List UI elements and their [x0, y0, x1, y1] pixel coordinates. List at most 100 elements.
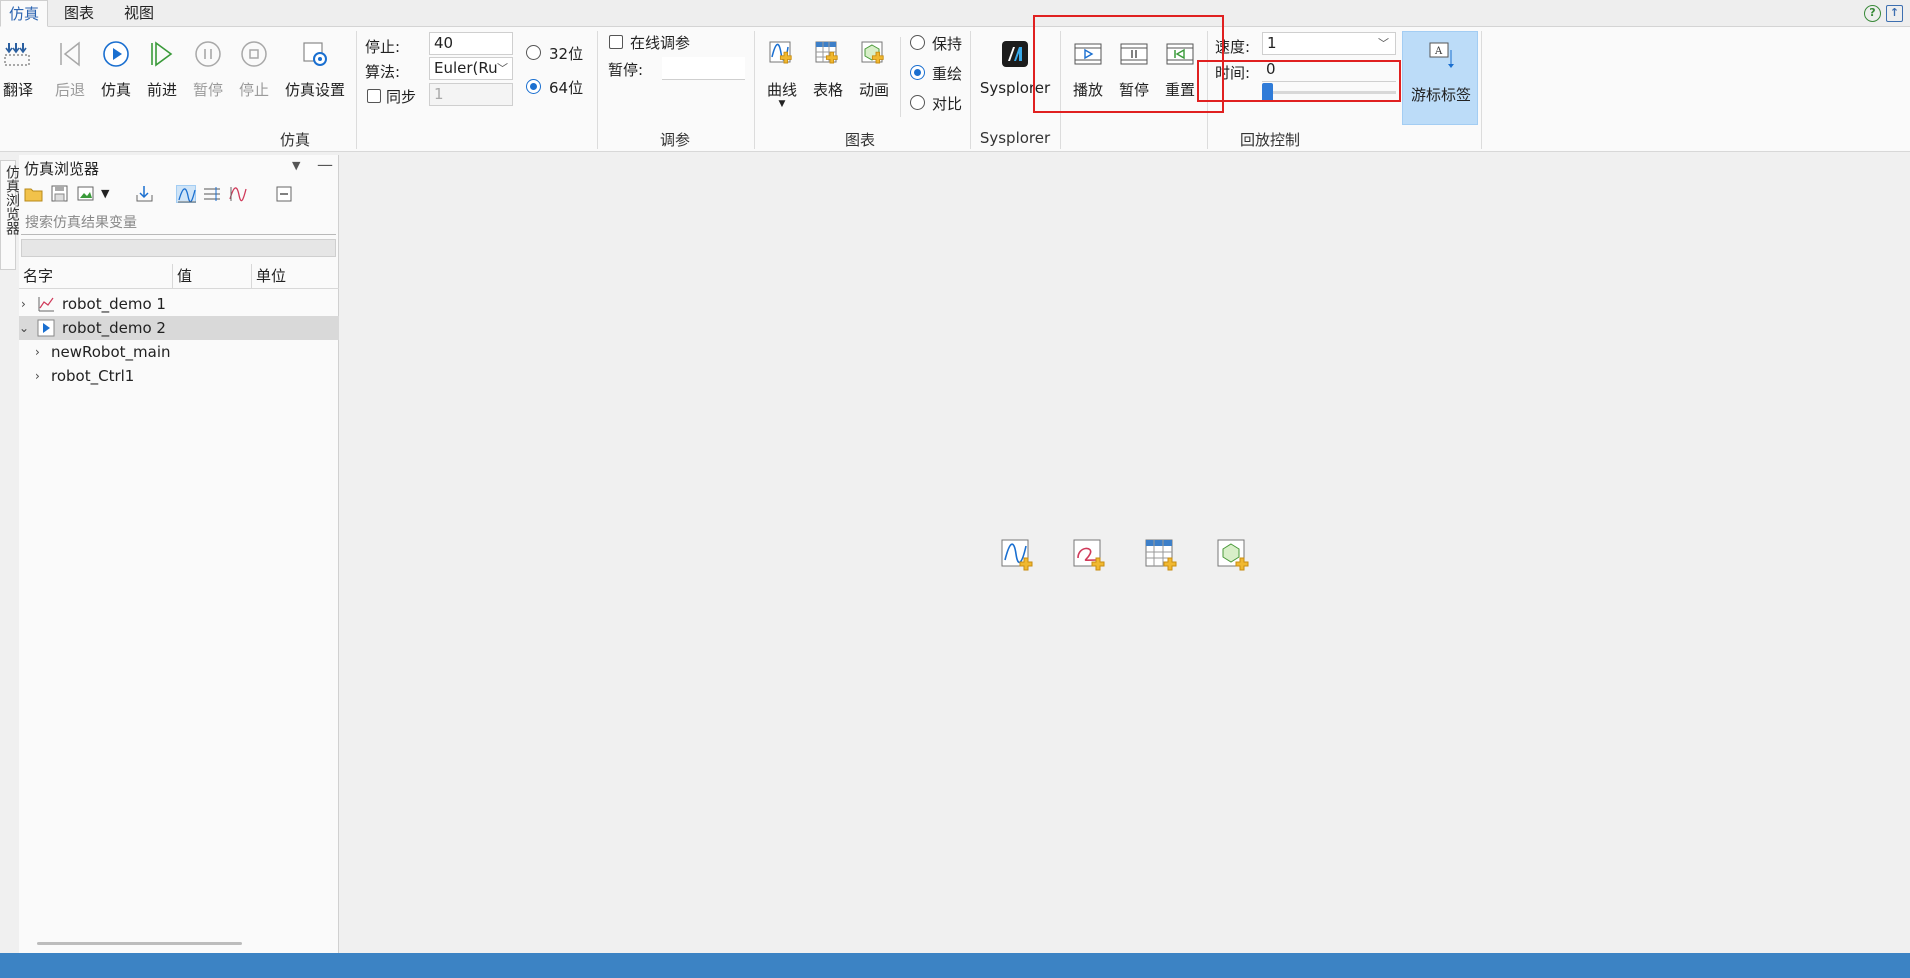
tab-view[interactable]: 视图: [116, 0, 162, 27]
side-tab-sim-browser[interactable]: 仿真浏览器: [0, 160, 20, 270]
online-tuning-label: 在线调参: [630, 34, 691, 52]
cursor-label-button[interactable]: A 游标标签: [1402, 31, 1478, 125]
tree-row-robot-demo-2[interactable]: ⌄ robot_demo 2: [19, 316, 339, 340]
animation-button[interactable]: 动画: [854, 35, 894, 100]
tree-row-robot-demo-1[interactable]: › robot_demo 1: [19, 292, 339, 316]
tree-row-label: robot_Ctrl1: [51, 367, 135, 385]
stop-button[interactable]: 停止: [236, 35, 272, 100]
sim-pause-label: 暂停: [192, 81, 223, 99]
bit64-radio[interactable]: [526, 79, 541, 94]
tuning-pause-input[interactable]: [662, 57, 745, 80]
translate-label: 翻译: [2, 81, 33, 99]
curve-mode-icon[interactable]: [176, 185, 196, 203]
collapse-all-icon[interactable]: [274, 185, 294, 203]
back-label: 后退: [54, 81, 85, 99]
bit32-radio[interactable]: [526, 45, 541, 60]
speed-value: 1: [1267, 34, 1277, 52]
sim-pause-button[interactable]: 暂停: [190, 35, 226, 100]
result-chart-icon: [37, 295, 55, 313]
horizontal-scrollbar[interactable]: [37, 942, 242, 945]
new-animation-window-icon[interactable]: [1216, 538, 1250, 572]
chevron-right-icon[interactable]: ›: [21, 292, 33, 316]
column-header-value[interactable]: 值: [173, 264, 252, 288]
sim-settings-label: 仿真设置: [284, 81, 345, 99]
tree-row-newrobot-main[interactable]: › newRobot_main: [19, 340, 339, 364]
separator: [754, 31, 755, 149]
animation-add-icon: [859, 39, 889, 69]
stop-label: 停止: [238, 81, 269, 99]
column-header-unit[interactable]: 单位: [252, 264, 337, 288]
column-header-name[interactable]: 名字: [19, 264, 173, 288]
export-image-icon[interactable]: [76, 185, 96, 203]
compare-radio[interactable]: [910, 95, 925, 110]
simulate-button[interactable]: 仿真: [98, 35, 134, 100]
speed-select[interactable]: 1 ﹀: [1262, 32, 1396, 55]
search-input[interactable]: 搜索仿真结果变量: [21, 211, 336, 235]
sync-label: 同步: [386, 88, 417, 106]
back-button[interactable]: 后退: [52, 35, 88, 100]
import-icon[interactable]: [135, 185, 155, 203]
redraw-radio[interactable]: [910, 65, 925, 80]
chevron-right-icon[interactable]: ›: [35, 364, 47, 388]
keep-radio[interactable]: [910, 35, 925, 50]
svg-text:A: A: [1434, 46, 1443, 57]
tree-row-label: robot_demo 2: [62, 319, 166, 337]
simulation-group-label: 仿真: [279, 131, 310, 149]
redraw-label: 重绘: [932, 65, 963, 83]
tab-charts[interactable]: 图表: [56, 0, 102, 27]
tab-simulation[interactable]: 仿真: [0, 0, 49, 27]
panel-menu-icon[interactable]: ▼: [292, 159, 300, 172]
panel-title: 仿真浏览器: [24, 160, 100, 178]
filter-curve-icon[interactable]: [228, 185, 248, 203]
help-icon[interactable]: ?: [1864, 5, 1881, 22]
ribbon: 翻译 后退 仿真 前进 暂停 停止 仿真设置 停止: 40 算法: Euler(…: [0, 15, 1910, 152]
filter-bar[interactable]: [21, 239, 336, 257]
highlight-box-time: [1197, 60, 1401, 102]
separator: [597, 31, 598, 149]
tree-row-label: robot_demo 1: [62, 295, 166, 313]
gear-icon: [300, 39, 330, 69]
caret-down-icon: ▼: [778, 99, 786, 109]
chevron-down-icon[interactable]: ⌄: [19, 316, 31, 340]
table-label: 表格: [812, 81, 843, 99]
caret-down-icon[interactable]: ▼: [101, 185, 113, 203]
separator: [970, 31, 971, 149]
list-mode-icon[interactable]: [202, 185, 222, 203]
play-circle-icon: [101, 39, 131, 69]
curve-label: 曲线: [766, 81, 797, 99]
table-add-icon: [813, 39, 843, 69]
new-table-window-icon[interactable]: [1144, 538, 1178, 572]
open-folder-icon[interactable]: [24, 185, 44, 203]
curve-button[interactable]: 曲线 ▼: [762, 35, 802, 109]
animation-label: 动画: [858, 81, 889, 99]
sync-checkbox[interactable]: [367, 89, 381, 103]
stop-time-input[interactable]: 40: [429, 32, 513, 55]
table-button[interactable]: 表格: [808, 35, 848, 100]
sim-browser-panel: 仿真浏览器 ▼ — ▼ 搜索仿真结果变量 名字 值 单位 › robot_dem…: [19, 155, 339, 953]
playback-group-label: 回放控制: [1239, 131, 1300, 149]
forward-button[interactable]: 前进: [144, 35, 180, 100]
cursor-label-icon: A: [1427, 40, 1457, 70]
tree-row-robot-ctrl1[interactable]: › robot_Ctrl1: [19, 364, 339, 388]
step-forward-icon: [147, 39, 177, 69]
save-icon[interactable]: [50, 185, 70, 203]
separator: [356, 31, 357, 149]
curve-add-icon: [767, 39, 797, 69]
chevron-down-icon: ﹀: [497, 62, 508, 75]
algorithm-select[interactable]: Euler(Ru ﹀: [429, 57, 513, 80]
tree-row-label: newRobot_main: [51, 343, 171, 361]
new-parametric-curve-icon[interactable]: [1072, 538, 1106, 572]
collapse-ribbon-icon[interactable]: ↑: [1886, 5, 1903, 22]
chevron-right-icon[interactable]: ›: [35, 340, 47, 364]
algorithm-label: 算法:: [365, 63, 401, 81]
translate-button[interactable]: 翻译: [2, 35, 34, 100]
sim-settings-button[interactable]: 仿真设置: [282, 35, 348, 100]
sysplorer-group-label: Sysplorer: [979, 129, 1051, 147]
new-curve-window-icon[interactable]: [1000, 538, 1034, 572]
minimize-icon[interactable]: —: [317, 155, 333, 174]
stop-time-label: 停止:: [365, 38, 401, 56]
menu-bar: 仿真 图表 视图 ? ↑: [0, 0, 1910, 27]
tuning-pause-label: 暂停:: [608, 61, 644, 79]
online-tuning-checkbox[interactable]: [609, 35, 623, 49]
sync-input[interactable]: 1: [429, 83, 513, 106]
